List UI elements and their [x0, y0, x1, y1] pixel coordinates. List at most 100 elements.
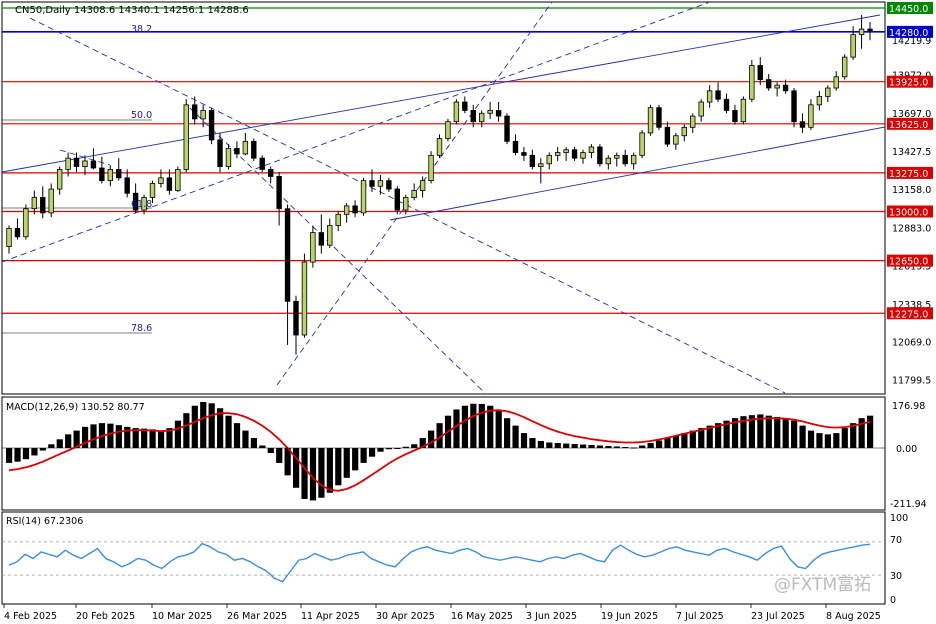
macd-bar [48, 444, 55, 448]
candle-bull [487, 110, 493, 114]
macd-bar [672, 435, 680, 448]
candle-bull [850, 34, 856, 58]
macd-bar [259, 445, 266, 448]
candle-bull [445, 121, 451, 139]
macd-bar [360, 448, 367, 463]
macd-bar [470, 403, 477, 448]
macd-bar [107, 423, 114, 448]
date-axis: 4 Feb 2025 20 Feb 2025 10 Mar 2025 26 Mar 2… [3, 604, 881, 622]
macd-bar [352, 448, 359, 471]
macd-bar [293, 448, 300, 488]
price-tick: 13427.5 [892, 147, 931, 158]
candle-bull [56, 169, 63, 190]
macd-bar [681, 433, 688, 448]
level-labels: 14450.0 14280.0 13925.0 13625.0 13275.0 13000… [887, 2, 933, 320]
candle-bull [82, 160, 88, 167]
macd-bar [377, 448, 384, 452]
macd-bar [233, 423, 241, 448]
candle-bull [242, 140, 249, 155]
macd-bar [765, 415, 772, 448]
macd-bar [225, 415, 232, 448]
level-label-12650.0: 12650.0 [889, 257, 928, 268]
candle-bull [403, 197, 409, 211]
macd-bar [664, 438, 671, 448]
rsi-tick-0: 0 [890, 595, 896, 606]
candle-bear [251, 140, 257, 159]
candle-bear [622, 154, 628, 165]
candle-bear [394, 188, 400, 211]
macd-bar [655, 440, 663, 448]
macd-bar [65, 434, 72, 448]
macd-bar [14, 448, 21, 462]
macd-bar [504, 418, 511, 448]
watermark: @FXTM富拓 [774, 575, 871, 595]
candle-bear [73, 157, 80, 167]
macd-bar [841, 428, 848, 448]
chart-canvas[interactable]: 14219.913972.013697.013427.513158.012883… [0, 0, 936, 624]
macd-bar [267, 448, 274, 453]
candle-bull [546, 154, 552, 165]
candle-bear [276, 176, 282, 210]
candle-bull [31, 197, 38, 210]
level-label-13000.0: 13000.0 [889, 208, 928, 219]
candle-bull [65, 157, 71, 170]
macd-bar [867, 415, 874, 448]
price-tick: 11799.5 [892, 376, 931, 387]
macd-bar [571, 444, 578, 448]
fib-label-61: 61.8 [131, 199, 152, 210]
price-tick: 12883.0 [892, 223, 931, 234]
candle-bull [554, 152, 561, 156]
candle-bull [6, 227, 12, 247]
date-label: 7 Jul 2025 [676, 611, 724, 622]
candle-bull [808, 104, 814, 128]
candle-bear [284, 208, 291, 302]
date-label: 4 Feb 2025 [4, 611, 57, 622]
candle-bear [470, 110, 476, 123]
candle-bull [841, 56, 848, 78]
macd-bar [428, 430, 435, 448]
candle-bull [183, 104, 189, 170]
candle-bear [267, 169, 274, 177]
macd-panel-frame [1, 396, 886, 511]
candle-bear [597, 146, 603, 165]
rsi-tick-100: 100 [890, 513, 908, 524]
candle-bull [301, 261, 308, 336]
candle-bull [690, 115, 696, 128]
macd-bar [816, 433, 823, 448]
candle-bear [715, 90, 721, 100]
macd-bar [411, 444, 418, 448]
candle-bear [208, 110, 215, 141]
candle-bull [310, 232, 316, 263]
candle-bear [166, 177, 173, 191]
macd-bar [276, 448, 283, 463]
macd-bar [639, 445, 646, 448]
candle-bull [158, 177, 164, 184]
macd-bar [318, 448, 325, 498]
level-label-14280.0: 14280.0 [889, 28, 928, 39]
candle-bull [538, 163, 544, 167]
macd-bar [284, 448, 291, 476]
macd-bar [242, 430, 249, 448]
date-label: 20 Feb 2025 [76, 611, 135, 622]
candle-bull [377, 180, 384, 187]
macd-bar [6, 448, 13, 463]
macd-title: MACD(12,26,9) 130.52 80.77 [6, 402, 145, 413]
candle-bull [605, 157, 612, 165]
candle-bull [673, 135, 679, 145]
date-label: 23 Jul 2025 [751, 611, 805, 622]
macd-bar [141, 428, 148, 448]
macd-bar [520, 433, 528, 448]
candle-bear [124, 177, 130, 194]
candle-bull [774, 84, 780, 89]
macd-bar [191, 405, 198, 448]
macd-bar [596, 445, 604, 448]
macd-bar [537, 441, 544, 448]
candle-bear [867, 28, 873, 32]
date-label: 11 Apr 2025 [301, 611, 360, 622]
macd-bar [833, 433, 840, 448]
level-label-12275.0: 12275.0 [889, 309, 928, 320]
candle-bear [799, 121, 806, 128]
candle-bull [639, 132, 645, 156]
candle-bear [571, 149, 578, 159]
candle-bear [318, 232, 325, 246]
